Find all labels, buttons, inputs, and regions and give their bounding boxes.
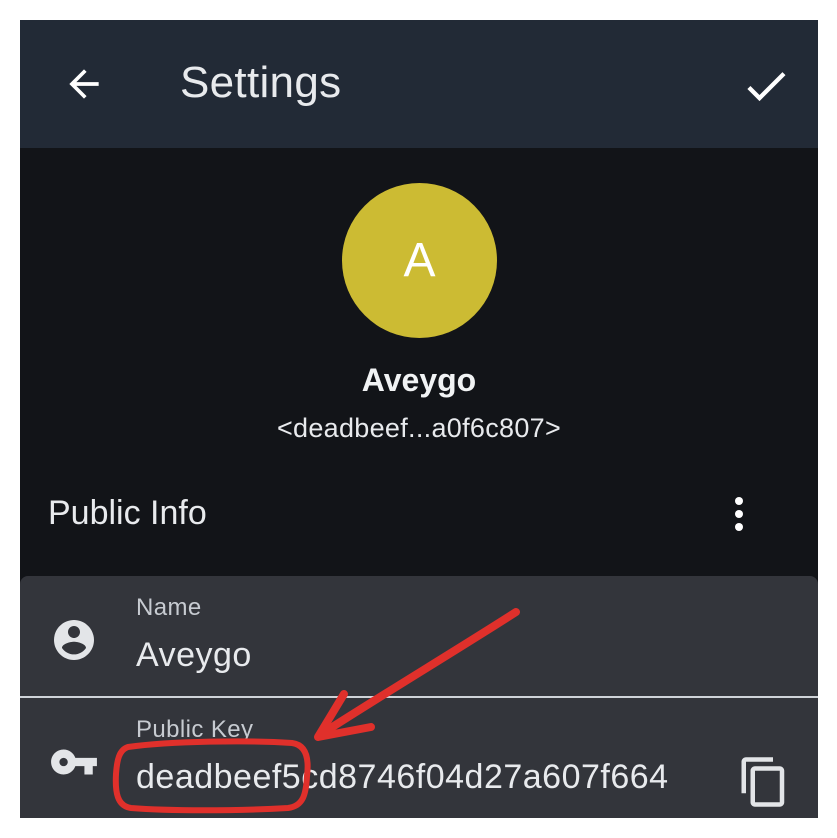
public-key-field-label: Public Key (136, 716, 254, 743)
key-icon (48, 736, 100, 788)
check-icon (747, 72, 786, 102)
more-vert-icon-dot (735, 510, 743, 518)
section-title: Public Info (48, 494, 207, 532)
copy-button[interactable] (736, 754, 792, 810)
account-circle-icon (48, 614, 100, 666)
avatar-letter: A (403, 234, 436, 287)
name-field[interactable]: Name Aveygo (20, 576, 818, 696)
display-name: Aveygo (361, 362, 477, 398)
app-bar: Settings (20, 20, 818, 148)
avatar[interactable]: A (342, 183, 497, 338)
public-key-field-value[interactable]: deadbeef5cd8746f04d27a607f664 (136, 758, 704, 797)
short-public-key: <deadbeef...a0f6c807> (276, 413, 562, 443)
confirm-button[interactable] (738, 60, 794, 112)
copy-icon (741, 757, 785, 807)
name-field-label: Name (136, 594, 202, 621)
name-field-value[interactable]: Aveygo (136, 636, 696, 675)
more-vert-icon (735, 497, 743, 505)
arrow-back-icon (69, 69, 99, 99)
settings-screen: Settings A Aveygo <deadbeef...a0f6c807> … (20, 20, 818, 818)
page-title: Settings (180, 58, 342, 107)
public-key-field[interactable]: Public Key deadbeef5cd8746f04d27a607f664 (20, 698, 818, 818)
back-button[interactable] (58, 58, 110, 110)
more-vert-icon-dot (735, 523, 743, 531)
more-options-button[interactable] (724, 488, 754, 540)
